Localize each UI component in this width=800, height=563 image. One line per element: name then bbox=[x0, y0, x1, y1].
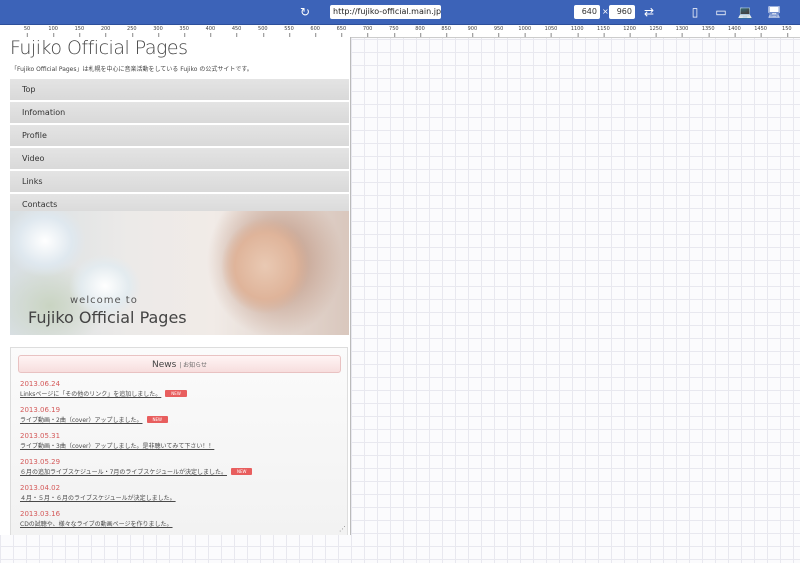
dimension-separator: × bbox=[602, 7, 609, 16]
ruler-tick: 1350 bbox=[701, 26, 715, 37]
news-date: 2013.06.24 bbox=[20, 380, 61, 388]
hero-welcome: welcome to bbox=[70, 295, 138, 306]
ruler-tick: 1200 bbox=[623, 26, 636, 37]
ruler-tick: 1400 bbox=[728, 26, 741, 37]
hero-title: Fujiko Official Pages bbox=[28, 308, 187, 327]
nav-item-links[interactable]: Links bbox=[10, 171, 349, 192]
news-link[interactable]: Linksページに「その他のリンク」を追加しました。 NEW bbox=[20, 389, 187, 400]
ruler-tick: 600 bbox=[310, 26, 320, 37]
ruler-tick: 1300 bbox=[675, 26, 689, 37]
news-date: 2013.05.31 bbox=[20, 432, 61, 440]
page-viewport: Fujiko Official Pages 「Fujiko Official P… bbox=[0, 37, 351, 535]
width-field[interactable]: 640 bbox=[574, 5, 600, 19]
rotate-icon[interactable]: ⇄ bbox=[641, 4, 657, 20]
ruler-tick: 250 bbox=[127, 26, 137, 37]
ruler-tick: 1250 bbox=[649, 26, 663, 37]
site-description: 「Fujiko Official Pages」は札幌を中心に音楽活動をしている … bbox=[11, 66, 253, 73]
news-date: 2013.03.16 bbox=[20, 510, 61, 518]
laptop-icon[interactable]: 💻 bbox=[737, 4, 753, 20]
news-link[interactable]: CDの試聴や、様々なライブの動画ページを作りました。 bbox=[20, 519, 173, 530]
ruler-tick: 1150 bbox=[597, 26, 610, 37]
main-nav: Top Infomation Profile Video Links Conta… bbox=[10, 79, 349, 217]
news-link[interactable]: ６月の追加ライブスケジュール・7月のライブスケジュールが決定しました。 NEW bbox=[20, 467, 253, 478]
news-item: 2013.06.19 ライブ動画・2曲（cover）アップしました。 NEW bbox=[20, 406, 168, 426]
ruler-tick: 900 bbox=[467, 26, 478, 37]
new-badge: NEW bbox=[230, 468, 253, 475]
tablet-icon[interactable]: ▭ bbox=[713, 4, 729, 20]
news-link[interactable]: ライブ動画・2曲（cover）アップしました。 NEW bbox=[20, 415, 168, 426]
refresh-icon[interactable]: ↻ bbox=[297, 4, 313, 20]
news-item: 2013.05.29 ６月の追加ライブスケジュール・7月のライブスケジュールが決… bbox=[20, 458, 253, 478]
resize-handle-icon[interactable]: ⋰ bbox=[339, 525, 346, 533]
news-date: 2013.05.29 bbox=[20, 458, 61, 466]
ruler-tick: 200 bbox=[100, 26, 111, 37]
ruler-tick: 850 bbox=[441, 26, 451, 37]
nav-item-video[interactable]: Video bbox=[10, 148, 349, 169]
news-item: 2013.05.31 ライブ動画・3曲（cover）アップしました。是非聴いてみ… bbox=[20, 432, 214, 452]
new-badge: NEW bbox=[165, 390, 187, 397]
ruler-tick: 1100 bbox=[570, 26, 584, 37]
news-item: 2013.04.02 ４月・５月・６月のライブスケジュールが決定しました。 bbox=[20, 484, 176, 504]
nav-item-infomation[interactable]: Infomation bbox=[10, 102, 349, 123]
ruler-tick: 300 bbox=[153, 26, 163, 37]
new-badge: NEW bbox=[146, 416, 168, 423]
news-date: 2013.06.19 bbox=[20, 406, 61, 414]
ruler-tick: 100 bbox=[48, 26, 58, 37]
site-title[interactable]: Fujiko Official Pages bbox=[10, 37, 188, 59]
ruler-tick: 800 bbox=[415, 26, 425, 37]
hero-banner: welcome to Fujiko Official Pages bbox=[10, 211, 349, 335]
ruler-tick: 750 bbox=[389, 26, 399, 37]
ruler-tick: 1450 bbox=[754, 26, 767, 37]
ruler-tick: 550 bbox=[284, 26, 294, 37]
news-header: News | お知らせ bbox=[18, 355, 341, 373]
news-item: 2013.03.16 CDの試聴や、様々なライブの動画ページを作りました。 bbox=[20, 510, 173, 530]
ruler-tick: 700 bbox=[362, 26, 373, 37]
desktop-icon[interactable]: 🖥 bbox=[766, 4, 782, 20]
ruler-tick: 950 bbox=[493, 26, 504, 37]
nav-item-top[interactable]: Top bbox=[10, 79, 349, 100]
news-panel: News | お知らせ 2013.06.24 Linksページに「その他のリンク… bbox=[10, 347, 348, 535]
news-item: 2013.06.24 Linksページに「その他のリンク」を追加しました。 NEW bbox=[20, 380, 187, 400]
ruler-tick: 150 bbox=[74, 26, 85, 37]
news-subtitle: | お知らせ bbox=[179, 362, 207, 369]
height-field[interactable]: 960 bbox=[609, 5, 635, 19]
ruler-tick: 350 bbox=[179, 26, 189, 37]
ruler-tick: 650 bbox=[336, 26, 347, 37]
ruler-tick: 500 bbox=[258, 26, 268, 37]
ruler-tick: 400 bbox=[205, 26, 216, 37]
news-link[interactable]: ４月・５月・６月のライブスケジュールが決定しました。 bbox=[20, 493, 176, 504]
news-date: 2013.04.02 bbox=[20, 484, 61, 492]
ruler-tick: 1050 bbox=[544, 26, 558, 37]
news-link[interactable]: ライブ動画・3曲（cover）アップしました。是非聴いてみて下さい！！ bbox=[20, 441, 214, 452]
url-field[interactable]: http://fujiko-official.main.jp/ bbox=[330, 5, 441, 19]
ruler-tick: 1000 bbox=[518, 26, 532, 37]
ruler-tick: 450 bbox=[231, 26, 242, 37]
phone-icon[interactable]: ▯ bbox=[687, 4, 703, 20]
ruler-tick: 50 bbox=[23, 26, 31, 37]
emulator-toolbar: ↻ http://fujiko-official.main.jp/ 640 × … bbox=[0, 0, 800, 25]
nav-item-profile[interactable]: Profile bbox=[10, 125, 349, 146]
ruler-tick: 150 bbox=[782, 26, 792, 37]
news-title: News bbox=[151, 360, 177, 370]
